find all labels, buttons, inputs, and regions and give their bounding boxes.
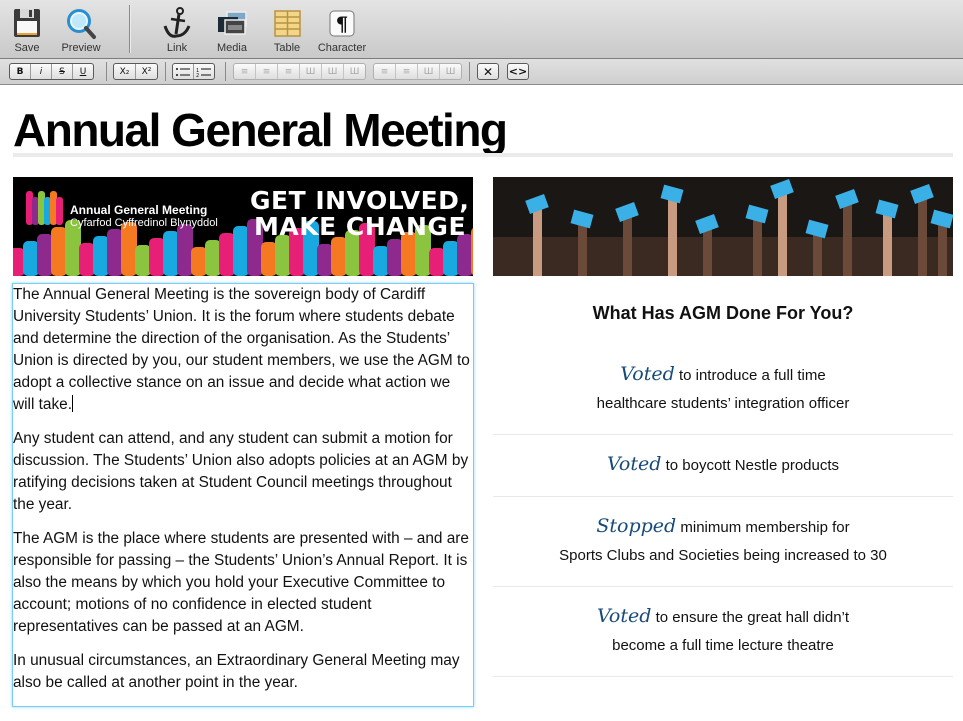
- svg-text:2: 2: [196, 73, 199, 77]
- media-button[interactable]: Media: [202, 4, 262, 56]
- voting-crowd-photo: [493, 177, 953, 276]
- delete-row-button[interactable]: ≡: [278, 64, 300, 79]
- achievement-item: Voted to boycott Nestle products: [493, 450, 953, 497]
- table-cell-group: ≡ ≡ Ш Ш: [373, 63, 462, 80]
- title-underline: [13, 153, 953, 157]
- source-code-button[interactable]: <>: [508, 64, 528, 79]
- remove-format-button[interactable]: ✕: [478, 64, 498, 79]
- paragraph-1-text: The Annual General Meeting is the sovere…: [13, 286, 470, 413]
- banner-subtitle: Cyfarfod Cyffredinol Blynyddol: [70, 217, 218, 229]
- achievement-item: Stopped minimum membership for Sports Cl…: [493, 512, 953, 587]
- insert-col-after-button[interactable]: Ш: [322, 64, 344, 79]
- floppy-disk-icon: [14, 9, 40, 37]
- superscript-button[interactable]: X²: [136, 64, 157, 79]
- numbered-list-icon: 12: [196, 68, 211, 77]
- insert-row-after-button[interactable]: ≡: [256, 64, 278, 79]
- table-button[interactable]: Table: [257, 4, 317, 56]
- list-group: 12: [172, 63, 215, 80]
- achievement-text-2: become a full time lecture theatre: [612, 637, 834, 654]
- preview-button[interactable]: Preview: [51, 4, 111, 56]
- separator: [106, 62, 107, 81]
- merge-cell-button[interactable]: ≡: [396, 64, 418, 79]
- table-label: Table: [273, 42, 301, 54]
- bold-button[interactable]: B: [10, 64, 31, 79]
- character-button[interactable]: ¶ Character: [312, 4, 372, 56]
- paragraph-1: The Annual General Meeting is the sovere…: [13, 284, 473, 416]
- numbered-list-button[interactable]: 12: [194, 64, 214, 79]
- preview-label: Preview: [61, 42, 101, 54]
- magnifier-icon: [67, 9, 96, 39]
- achievement-verb: Voted: [620, 363, 675, 385]
- paragraph-2: Any student can attend, and any student …: [13, 430, 469, 513]
- achievement-item: Voted to ensure the great hall didn’t be…: [493, 602, 953, 677]
- page-title: Annual General Meeting: [13, 104, 508, 156]
- save-label: Save: [14, 42, 40, 54]
- table-icon: [274, 10, 301, 37]
- separator: [469, 62, 470, 81]
- banner-title: Annual General Meeting: [70, 203, 208, 217]
- main-toolbar: Save Preview Link Media Table ¶ Characte…: [0, 0, 963, 59]
- source-group: <>: [507, 63, 529, 80]
- banner-headline-1: GET INVOLVED,: [250, 186, 470, 215]
- character-label: Character: [317, 42, 367, 54]
- rich-text-editor[interactable]: The Annual General Meeting is the sovere…: [12, 283, 474, 707]
- bulleted-list-button[interactable]: [173, 64, 194, 79]
- toolbar-separator: [129, 5, 131, 53]
- paragraph-3: The AGM is the place where students are …: [13, 530, 469, 635]
- achievement-verb: Stopped: [596, 515, 677, 537]
- achievement-text: to introduce a full time: [678, 367, 826, 384]
- agm-banner-image: Annual General Meeting Cyfarfod Cyffredi…: [13, 177, 473, 276]
- paragraph-4: In unusual circumstances, an Extraordina…: [13, 652, 460, 691]
- achievement-verb: Voted: [596, 605, 652, 627]
- merge-col-button[interactable]: Ш: [440, 64, 461, 79]
- separator: [225, 62, 226, 81]
- achievement-verb: Voted: [606, 453, 662, 475]
- svg-text:¶: ¶: [336, 12, 349, 36]
- achievement-text: to boycott Nestle products: [665, 457, 840, 474]
- banner-headline-2: MAKE CHANGE: [254, 212, 467, 241]
- pilcrow-icon: ¶: [329, 10, 355, 37]
- insert-col-before-button[interactable]: Ш: [300, 64, 322, 79]
- text-style-group: B i S U: [9, 63, 94, 80]
- insert-row-before-button[interactable]: ≡: [234, 64, 256, 79]
- remove-format-group: ✕: [477, 63, 499, 80]
- achievement-text: minimum membership for: [680, 519, 850, 536]
- achievement-text: to ensure the great hall didn’t: [655, 609, 850, 626]
- split-cell-button[interactable]: ≡: [374, 64, 396, 79]
- split-col-button[interactable]: Ш: [418, 64, 440, 79]
- media-icon: [218, 11, 247, 35]
- underline-button[interactable]: U: [73, 64, 93, 79]
- delete-col-button[interactable]: Ш: [344, 64, 365, 79]
- subscript-button[interactable]: X₂: [114, 64, 136, 79]
- format-toolbar: B i S U X₂ X² 12 ≡ ≡ ≡ Ш Ш Ш ≡ ≡ Ш Ш ✕ <…: [0, 59, 963, 85]
- separator: [165, 62, 166, 81]
- achievement-text-2: Sports Clubs and Societies being increas…: [559, 547, 887, 564]
- table-row-col-group: ≡ ≡ ≡ Ш Ш Ш: [233, 63, 366, 80]
- crowd-photo-graphic: [493, 179, 953, 276]
- strikethrough-button[interactable]: S: [52, 64, 73, 79]
- italic-button[interactable]: i: [31, 64, 52, 79]
- save-button[interactable]: Save: [0, 4, 57, 56]
- media-label: Media: [217, 42, 247, 54]
- text-caret: [72, 395, 74, 412]
- anchor-icon: [163, 7, 191, 38]
- achievement-item: Voted to introduce a full time healthcar…: [493, 360, 953, 435]
- bulleted-list-icon: [176, 67, 190, 76]
- achievement-text-2: healthcare students’ integration officer: [596, 395, 850, 412]
- link-button[interactable]: Link: [147, 4, 207, 56]
- link-label: Link: [166, 42, 188, 54]
- script-group: X₂ X²: [113, 63, 158, 80]
- sidebar-heading: What Has AGM Done For You?: [592, 303, 854, 323]
